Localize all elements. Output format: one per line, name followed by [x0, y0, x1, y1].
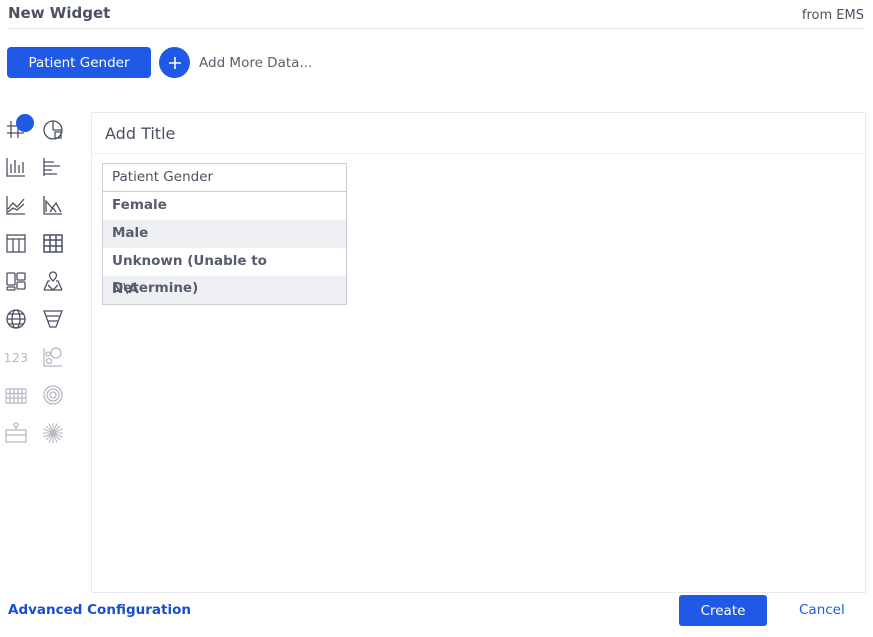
pie-chart-icon[interactable]: [40, 116, 66, 142]
data-table: Patient Gender Female Male Unknown (Unab…: [102, 163, 347, 305]
bar-chart-icon[interactable]: [3, 154, 29, 180]
table-icon[interactable]: [3, 114, 34, 142]
header: New Widget from EMS: [8, 4, 864, 29]
data-selection-row: Patient Gender Add More Data...: [7, 47, 312, 78]
selected-data-pill[interactable]: Patient Gender: [7, 47, 151, 78]
waterfall-icon[interactable]: [3, 420, 29, 446]
number-icon[interactable]: 123: [3, 344, 29, 370]
table-row: Male: [103, 220, 346, 248]
widget-title-input[interactable]: Add Title: [92, 113, 865, 154]
heatmap-icon[interactable]: [3, 382, 29, 408]
treemap-icon[interactable]: [3, 268, 29, 294]
table-header: Patient Gender: [103, 164, 346, 192]
plus-icon: [168, 56, 181, 69]
cancel-button[interactable]: Cancel: [799, 602, 845, 618]
horizontal-bar-icon[interactable]: [40, 154, 66, 180]
funnel-icon[interactable]: [40, 306, 66, 332]
pivot-table-icon[interactable]: [40, 230, 66, 256]
bubble-chart-icon[interactable]: [40, 344, 66, 370]
burst-icon[interactable]: [40, 420, 66, 446]
table-row: Female: [112, 197, 167, 213]
data-source-label: from EMS: [801, 8, 864, 23]
selected-indicator: [16, 114, 34, 132]
advanced-configuration-link[interactable]: Advanced Configuration: [8, 602, 191, 618]
create-button[interactable]: Create: [679, 595, 767, 626]
grid-table-icon[interactable]: [3, 230, 29, 256]
page-title: New Widget: [8, 4, 111, 22]
globe-icon[interactable]: [3, 306, 29, 332]
add-data-button[interactable]: [159, 47, 190, 78]
area-chart-icon[interactable]: [40, 192, 66, 218]
map-icon[interactable]: [40, 268, 66, 294]
widget-preview-panel: Add Title Patient Gender Female Male Unk…: [91, 112, 866, 593]
add-more-data-link[interactable]: Add More Data...: [199, 55, 312, 71]
table-row: Unknown (Unable to Determine): [112, 253, 267, 296]
line-chart-icon[interactable]: [3, 192, 29, 218]
radial-icon[interactable]: [40, 382, 66, 408]
